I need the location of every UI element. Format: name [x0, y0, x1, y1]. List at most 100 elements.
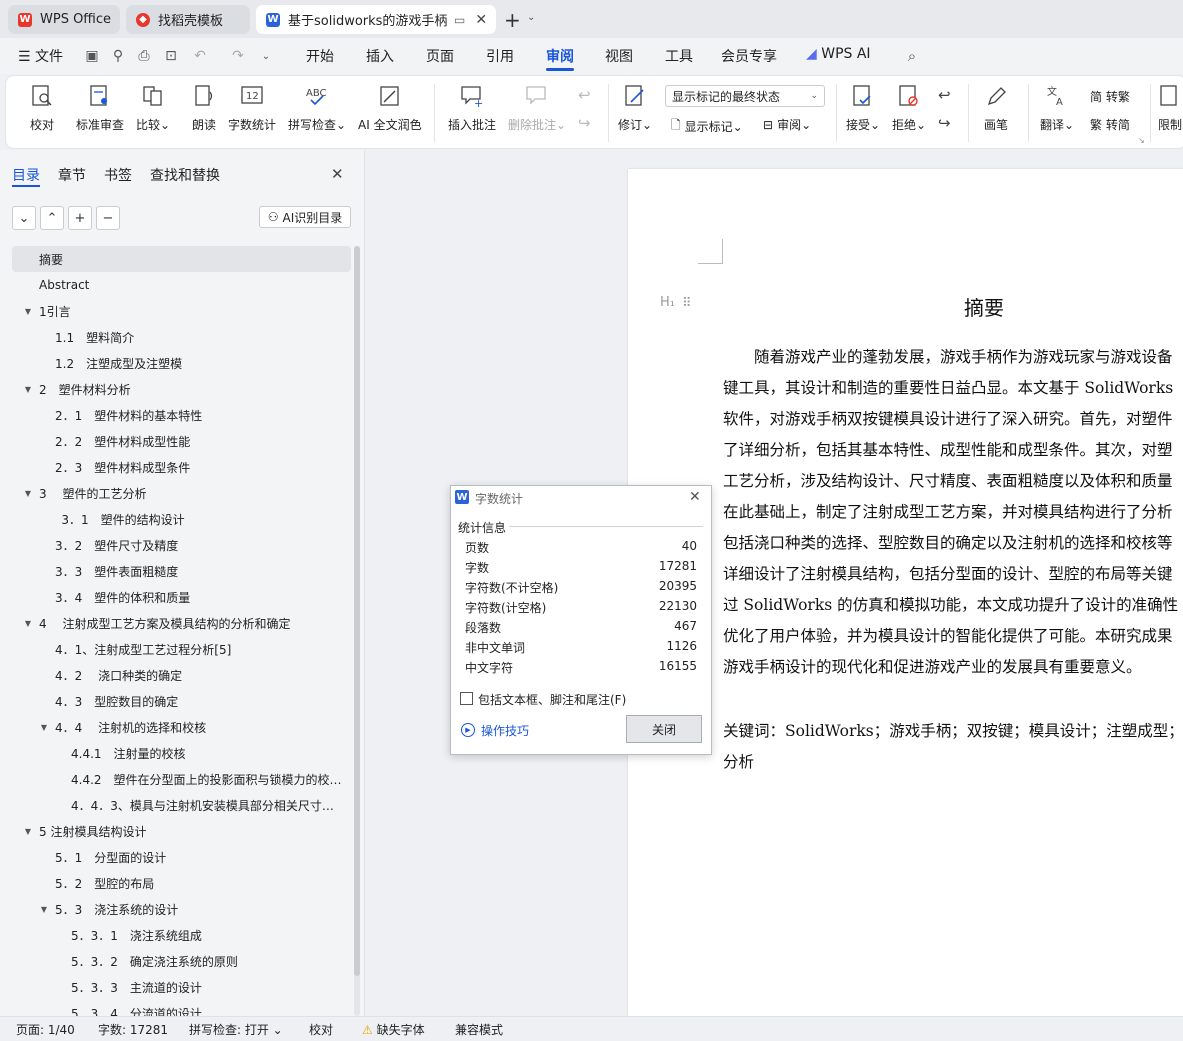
save-icon[interactable]: ▣ — [84, 48, 100, 64]
page-indicator[interactable]: 页面: 1/40 — [16, 1021, 75, 1038]
close-dialog-button[interactable]: 关闭 — [626, 715, 702, 743]
spell-check-button[interactable]: ABC 拼写检查⌄ — [288, 82, 346, 133]
chevron-down-icon[interactable]: ⌄ — [527, 12, 535, 23]
toc-item[interactable]: 3．2 塑件尺寸及精度 — [0, 532, 352, 558]
toc-item[interactable]: ▼ 4．4 注射机的选择和校核 — [0, 714, 352, 740]
prev-change-icon[interactable]: ↩ — [938, 86, 951, 104]
accept-button[interactable]: 接受⌄ — [846, 82, 880, 133]
menu-reference[interactable]: 引用 — [486, 46, 514, 66]
tab-toc[interactable]: 目录 — [12, 165, 40, 185]
menu-view[interactable]: 视图 — [605, 46, 633, 66]
proofread-button[interactable]: 校对 — [30, 82, 54, 133]
toc-item[interactable]: 1.2 注塑成型及注塑模 — [0, 350, 352, 376]
new-tab-icon[interactable]: + — [504, 8, 521, 32]
undo-icon[interactable]: ↶ — [192, 48, 208, 64]
menu-review[interactable]: 审阅 — [546, 46, 574, 66]
translate-button[interactable]: 文A 翻译⌄ — [1040, 82, 1074, 133]
toc-item[interactable]: 3．1 塑件的结构设计 — [0, 506, 352, 532]
menu-tools[interactable]: 工具 — [665, 46, 693, 66]
read-aloud-button[interactable]: 朗读 — [192, 82, 216, 133]
toc-item[interactable]: 3．3 塑件表面粗糙度 — [0, 558, 352, 584]
compare-button[interactable]: 比较⌄ — [136, 82, 170, 133]
tips-link[interactable]: 操作技巧 — [481, 722, 529, 739]
insert-comment-button[interactable]: + 插入批注 — [448, 82, 496, 133]
close-tab-icon[interactable]: ✕ — [475, 12, 487, 28]
missing-font-status[interactable]: ⚠ 缺失字体 — [362, 1021, 425, 1038]
ai-recognize-toc-button[interactable]: ⚇ AI识别目录 — [259, 206, 351, 228]
toc-item[interactable]: 摘要 — [12, 246, 351, 272]
add-heading-button[interactable]: + — [68, 206, 92, 230]
restrict-button[interactable]: 限制 — [1158, 82, 1182, 133]
toc-item[interactable]: ▼ 5．3 浇注系统的设计 — [0, 896, 352, 922]
wps-ai-button[interactable]: ◢ WPS AI — [806, 46, 871, 62]
track-changes-button[interactable]: 修订⌄ — [618, 82, 652, 133]
toc-item[interactable]: 5．3．4 分流道的设计 — [0, 1000, 352, 1017]
print-preview-icon[interactable]: ⊡ — [163, 48, 179, 64]
share-icon[interactable]: ⚲ — [110, 48, 126, 64]
menu-page[interactable]: 页面 — [426, 46, 454, 66]
tab-wps-office[interactable]: W WPS Office — [8, 5, 120, 34]
close-panel-icon[interactable]: ✕ — [331, 165, 344, 183]
toc-item[interactable]: ▼ 2 塑件材料分析 — [0, 376, 352, 402]
next-change-icon[interactable]: ↪ — [938, 114, 951, 132]
toc-item[interactable]: 3．4 塑件的体积和质量 — [0, 584, 352, 610]
expand-arrow-icon[interactable]: ▼ — [23, 307, 33, 316]
toc-item[interactable]: 2．1 塑件材料的基本特性 — [0, 402, 352, 428]
standard-review-button[interactable]: 标准审查 — [76, 82, 124, 133]
expand-up-button[interactable]: ⌃ — [40, 206, 64, 230]
collapse-all-button[interactable]: ⌄ — [12, 206, 36, 230]
expand-arrow-icon[interactable]: ▼ — [23, 385, 33, 394]
spell-check-status[interactable]: 拼写检查: 打开 ⌄ — [189, 1021, 283, 1038]
pen-button[interactable]: 画笔 — [984, 82, 1008, 133]
reject-button[interactable]: 拒绝⌄ — [892, 82, 926, 133]
expand-arrow-icon[interactable]: ▼ — [23, 489, 33, 498]
tab-template[interactable]: ◆ 找稻壳模板 — [126, 5, 250, 34]
toc-item[interactable]: 2．2 塑件材料成型性能 — [0, 428, 352, 454]
toc-item[interactable]: 4．3 型腔数目的确定 — [0, 688, 352, 714]
toc-item[interactable]: 4．4．3、模具与注射机安装模具部分相关尺寸… — [0, 792, 352, 818]
dialog-close-icon[interactable]: ✕ — [689, 489, 701, 505]
search-icon[interactable]: ⌕ — [904, 47, 920, 65]
remove-heading-button[interactable]: − — [96, 206, 120, 230]
heading-marker[interactable]: H₁ — [660, 295, 675, 310]
toc-item[interactable]: 4.4.1 注射量的校核 — [0, 740, 352, 766]
toc-item[interactable]: ▼ 4 注射成型工艺方案及模具结构的分析和确定 — [0, 610, 352, 636]
toc-item[interactable]: ▼ 1引言 — [0, 298, 352, 324]
toc-scrollbar-thumb[interactable] — [354, 246, 360, 976]
expand-arrow-icon[interactable]: ▼ — [23, 827, 33, 836]
markup-view-select[interactable]: 显示标记的最终状态 ⌄ — [665, 85, 825, 107]
menu-member[interactable]: 会员专享 — [721, 46, 777, 66]
delete-comment-button[interactable]: 删除批注⌄ — [508, 82, 566, 133]
tab-document[interactable]: W 基于solidworks的游戏手柄双 ▭ ✕ — [256, 5, 496, 34]
menu-insert[interactable]: 插入 — [366, 46, 394, 66]
expand-arrow-icon[interactable]: ▼ — [39, 723, 49, 732]
toc-item[interactable]: 4．2 浇口种类的确定 — [0, 662, 352, 688]
toc-item[interactable]: 4．1、注射成型工艺过程分析[5] — [0, 636, 352, 662]
more-chevron-icon[interactable]: ⌄ — [258, 48, 274, 64]
toc-item[interactable]: 2．3 塑件材料成型条件 — [0, 454, 352, 480]
toc-item[interactable]: 5．1 分型面的设计 — [0, 844, 352, 870]
tab-chapters[interactable]: 章节 — [58, 165, 86, 185]
drag-handle-icon[interactable]: ⠿ — [682, 296, 692, 311]
toc-item[interactable]: 1.1 塑料简介 — [0, 324, 352, 350]
show-markup-button[interactable]: 🗋 显示标记 ⌄ — [671, 116, 743, 137]
proofread-status[interactable]: 校对 — [309, 1021, 333, 1038]
tab-find-replace[interactable]: 查找和替换 — [150, 165, 220, 185]
redo-icon[interactable]: ↷ — [230, 48, 246, 64]
word-count-button[interactable]: 12 字数统计 — [228, 82, 276, 133]
prev-comment-icon[interactable]: ↩ — [578, 86, 591, 104]
word-count-indicator[interactable]: 字数: 17281 — [98, 1021, 168, 1038]
to-traditional-button[interactable]: 简 转繁 — [1090, 88, 1130, 105]
include-textbox-checkbox[interactable] — [460, 692, 473, 705]
toc-item[interactable]: 5．3．3 主流道的设计 — [0, 974, 352, 1000]
toc-item[interactable]: 5．3．2 确定浇注系统的原则 — [0, 948, 352, 974]
toc-item[interactable]: 5．2 型腔的布局 — [0, 870, 352, 896]
print-icon[interactable]: ⎙ — [136, 48, 152, 64]
monitor-icon[interactable]: ▭ — [454, 13, 465, 27]
toc-item[interactable]: ▼ 5 注射模具结构设计 — [0, 818, 352, 844]
toc-item[interactable]: Abstract — [0, 272, 352, 298]
toc-item[interactable]: 4.4.2 塑件在分型面上的投影面积与锁模力的校… — [0, 766, 352, 792]
expand-arrow-icon[interactable]: ▼ — [23, 619, 33, 628]
menu-start[interactable]: 开始 — [306, 46, 334, 66]
toc-item[interactable]: ▼ 3 塑件的工艺分析 — [0, 480, 352, 506]
